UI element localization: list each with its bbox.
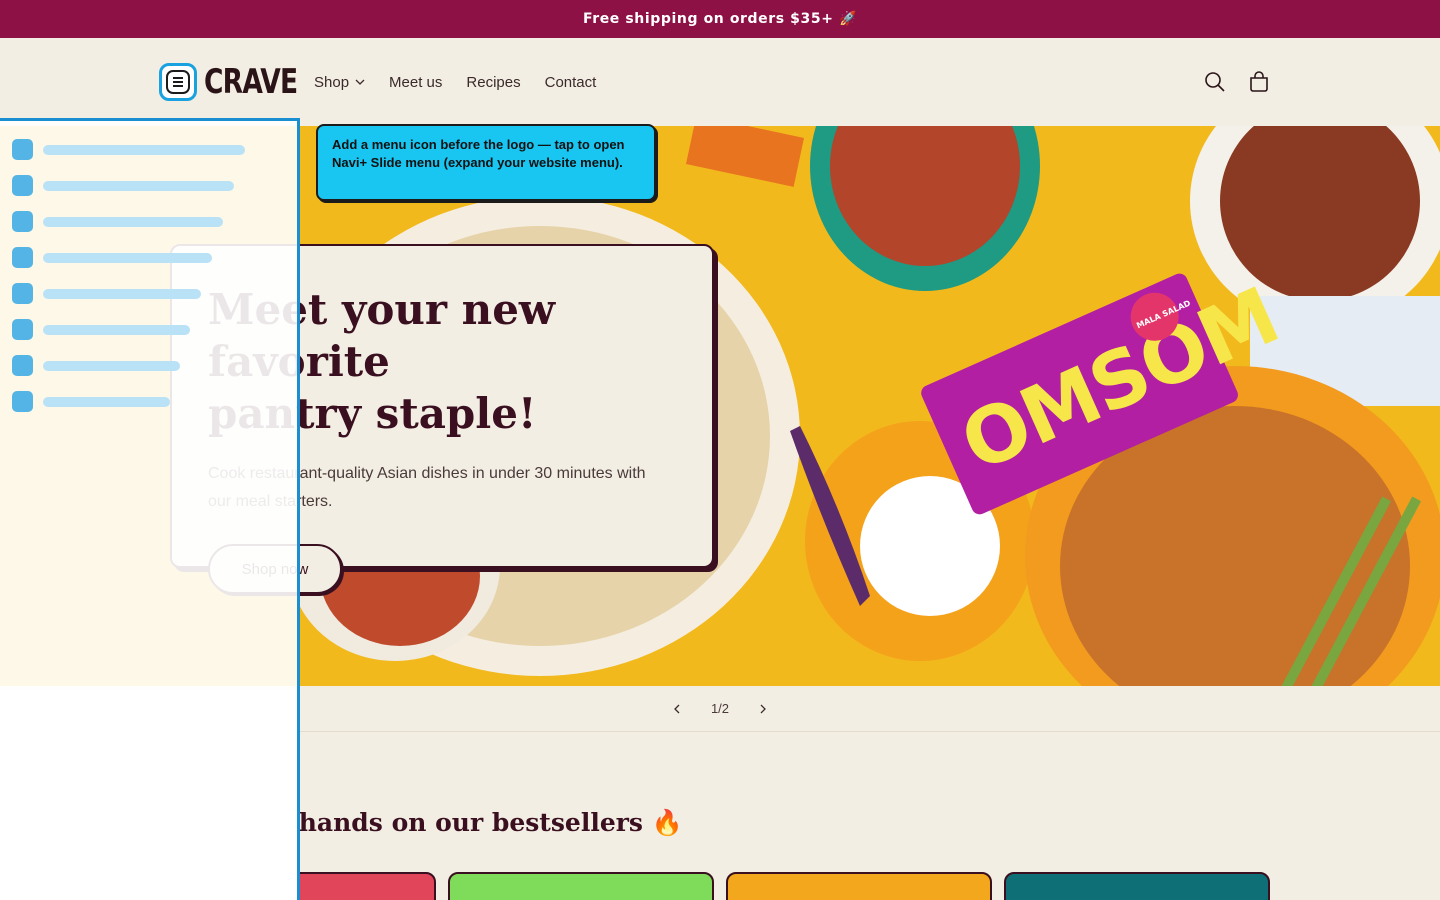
menu-item-icon	[12, 211, 33, 232]
chevron-left-icon	[674, 704, 680, 713]
menu-item-icon	[12, 139, 33, 160]
slide-counter: 1/2	[710, 701, 730, 716]
panel-background	[0, 689, 297, 900]
menu-item-icon	[12, 391, 33, 412]
chevron-right-icon	[760, 704, 766, 713]
slide-menu-item[interactable]	[12, 139, 245, 160]
slide-menu-item[interactable]	[12, 283, 201, 304]
nav-item-label: Shop	[314, 73, 350, 91]
product-card[interactable]	[1004, 872, 1270, 900]
next-slide-button[interactable]	[753, 699, 773, 719]
nav-item-contact[interactable]: Contact	[545, 74, 597, 91]
cart-icon[interactable]	[1248, 71, 1270, 93]
menu-item-placeholder	[43, 252, 212, 263]
menu-item-placeholder	[43, 144, 245, 155]
menu-item-icon	[12, 175, 33, 196]
slide-menu-item[interactable]	[12, 391, 170, 412]
menu-item-placeholder	[43, 324, 190, 335]
nav-item-label: Contact	[544, 73, 597, 91]
menu-item-placeholder	[43, 360, 180, 371]
site-header: CRAVE Shop Meet us Recipes Contact	[0, 38, 1440, 126]
slide-menu-item[interactable]	[12, 355, 180, 376]
menu-tooltip: Add a menu icon before the logo — tap to…	[316, 124, 656, 201]
menu-item-icon	[12, 355, 33, 376]
slide-menu-item[interactable]	[12, 319, 190, 340]
product-card[interactable]	[726, 872, 992, 900]
slide-menu-item[interactable]	[12, 175, 234, 196]
announcement-bar: Free shipping on orders $35+ 🚀	[0, 0, 1440, 38]
hamburger-menu-icon	[166, 70, 190, 94]
header-icons	[1204, 71, 1270, 93]
menu-item-placeholder	[43, 180, 234, 191]
menu-item-icon	[12, 247, 33, 268]
announcement-text: Free shipping on orders $35+ 🚀	[582, 11, 858, 27]
slide-menu-item[interactable]	[12, 247, 212, 268]
nav-item-label: Meet us	[389, 73, 443, 91]
slide-menu-button[interactable]	[159, 63, 197, 101]
main-nav: Shop Meet us Recipes Contact	[314, 74, 596, 91]
nav-item-recipes[interactable]: Recipes	[466, 74, 520, 91]
navi-slide-menu-panel[interactable]	[0, 118, 300, 900]
nav-item-shop[interactable]: Shop	[314, 74, 365, 91]
nav-item-meet-us[interactable]: Meet us	[389, 74, 442, 91]
menu-item-icon	[12, 283, 33, 304]
search-icon[interactable]	[1204, 71, 1226, 93]
menu-item-placeholder	[43, 288, 201, 299]
nav-item-label: Recipes	[466, 73, 521, 91]
chevron-down-icon	[355, 79, 365, 85]
menu-item-placeholder	[43, 216, 223, 227]
slide-menu-item[interactable]	[12, 211, 223, 232]
product-card[interactable]	[448, 872, 714, 900]
menu-item-icon	[12, 319, 33, 340]
logo[interactable]: CRAVE	[204, 62, 298, 102]
menu-item-placeholder	[43, 396, 170, 407]
previous-slide-button[interactable]	[667, 699, 687, 719]
